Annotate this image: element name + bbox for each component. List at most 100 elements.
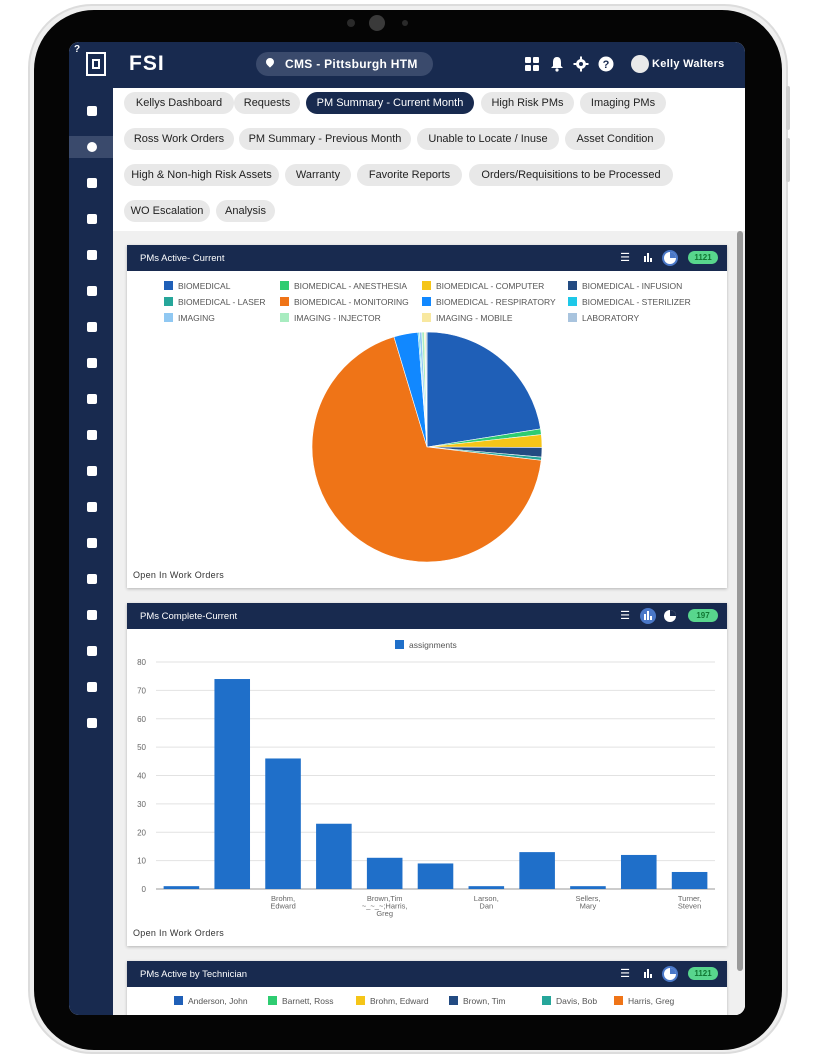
help-badge-icon[interactable]: ? bbox=[74, 44, 80, 55]
bar[interactable] bbox=[620, 854, 657, 889]
location-selector[interactable]: CMS - Pittsburgh HTM bbox=[256, 52, 433, 76]
bar[interactable] bbox=[671, 871, 708, 889]
sensor-dot bbox=[347, 19, 355, 27]
sensor-dot-2 bbox=[402, 20, 408, 26]
y-tick-label: 10 bbox=[137, 857, 146, 866]
volume-button bbox=[786, 86, 790, 130]
y-tick-label: 40 bbox=[137, 772, 146, 781]
bar[interactable] bbox=[519, 852, 555, 889]
tab-requests[interactable]: Requests bbox=[234, 92, 300, 114]
tab-warranty[interactable]: Warranty bbox=[285, 164, 351, 186]
tab-high-non-high-risk-assets[interactable]: High & Non-high Risk Assets bbox=[124, 164, 279, 186]
building-icon bbox=[87, 394, 97, 404]
legend-swatch bbox=[174, 996, 183, 1005]
bar[interactable] bbox=[468, 886, 505, 889]
legend-label: Harris, Greg bbox=[628, 996, 675, 1006]
sidebar-item-pie[interactable] bbox=[69, 136, 113, 158]
help-icon[interactable]: ? bbox=[598, 56, 614, 72]
card-header: PMs Active by Technician ☰ 1121 bbox=[127, 961, 727, 987]
svg-text:?: ? bbox=[603, 59, 610, 71]
sidebar-item-table[interactable] bbox=[69, 604, 113, 626]
avatar[interactable] bbox=[631, 55, 649, 73]
tab-high-risk-pms[interactable]: High Risk PMs bbox=[481, 92, 574, 114]
bar[interactable] bbox=[214, 679, 251, 889]
bar[interactable] bbox=[417, 863, 454, 889]
tab-orders-requisitions-to-be-processed[interactable]: Orders/Requisitions to be Processed bbox=[469, 164, 673, 186]
sidebar-item-cogs[interactable] bbox=[69, 208, 113, 230]
top-navbar: ? FSI CMS - Pittsburgh HTM ? Kelly Walte… bbox=[69, 42, 745, 88]
y-tick-label: 60 bbox=[137, 715, 146, 724]
gear-icon[interactable] bbox=[573, 56, 589, 72]
x-tick-label: Brohm, Edward bbox=[270, 894, 295, 911]
legend-item[interactable]: Brohm, Edward bbox=[356, 996, 429, 1006]
legend-item[interactable]: Davis, Bob bbox=[542, 996, 597, 1006]
bar-chart-icon[interactable] bbox=[640, 966, 656, 982]
scrollbar[interactable] bbox=[737, 231, 743, 971]
sidebar-item-calendar[interactable] bbox=[69, 280, 113, 302]
count-badge: 1121 bbox=[688, 967, 718, 980]
sidebar-item-clone[interactable] bbox=[69, 712, 113, 734]
x-tick-label: Larson, Dan bbox=[474, 894, 499, 911]
location-label: CMS - Pittsburgh HTM bbox=[285, 57, 418, 71]
y-tick-label: 0 bbox=[142, 885, 147, 894]
cogs-icon bbox=[87, 214, 97, 224]
tab-pm-summary-current-month[interactable]: PM Summary - Current Month bbox=[306, 92, 474, 114]
tab-kellys-dashboard[interactable]: Kellys Dashboard bbox=[124, 92, 234, 114]
list-view-icon[interactable]: ☰ bbox=[617, 966, 633, 982]
open-in-work-orders-link[interactable]: Open In Work Orders bbox=[133, 570, 224, 580]
tab-favorite-reports[interactable]: Favorite Reports bbox=[357, 164, 462, 186]
legend-item[interactable]: Barnett, Ross bbox=[268, 996, 334, 1006]
sidebar-item-sitemap[interactable] bbox=[69, 460, 113, 482]
sidebar-item-building[interactable] bbox=[69, 388, 113, 410]
sidebar-item-book[interactable] bbox=[69, 568, 113, 590]
tab-wo-escalation[interactable]: WO Escalation bbox=[124, 200, 210, 222]
tab-unable-to-locate-inuse[interactable]: Unable to Locate / Inuse bbox=[417, 128, 559, 150]
y-tick-label: 50 bbox=[137, 743, 146, 752]
bar[interactable] bbox=[265, 758, 301, 889]
sidebar-item-id-card[interactable] bbox=[69, 424, 113, 446]
sidebar-item-chart[interactable] bbox=[69, 100, 113, 122]
legend-item[interactable]: Brown, Tim bbox=[449, 996, 506, 1006]
sidebar-item-box[interactable] bbox=[69, 496, 113, 518]
id-card-icon bbox=[87, 430, 97, 440]
tab-imaging-pms[interactable]: Imaging PMs bbox=[580, 92, 666, 114]
open-in-work-orders-link[interactable]: Open In Work Orders bbox=[133, 928, 224, 938]
sidebar bbox=[69, 88, 113, 1015]
camera-icon bbox=[369, 15, 385, 31]
y-tick-label: 70 bbox=[137, 686, 146, 695]
table-icon bbox=[87, 610, 97, 620]
pie-slice[interactable] bbox=[426, 331, 541, 448]
sidebar-item-inbox[interactable] bbox=[69, 172, 113, 194]
grid-icon[interactable] bbox=[524, 56, 540, 72]
legend-label[interactable]: assignments bbox=[409, 640, 457, 650]
app-screen: ? FSI CMS - Pittsburgh HTM ? Kelly Walte… bbox=[69, 42, 745, 1015]
tab-asset-condition[interactable]: Asset Condition bbox=[565, 128, 665, 150]
bell-icon[interactable] bbox=[549, 56, 565, 72]
tab-pm-summary-previous-month[interactable]: PM Summary - Previous Month bbox=[239, 128, 411, 150]
sidebar-item-note[interactable] bbox=[69, 244, 113, 266]
legend-item[interactable]: Anderson, John bbox=[174, 996, 248, 1006]
bar[interactable] bbox=[316, 823, 352, 889]
sidebar-item-edit[interactable] bbox=[69, 316, 113, 338]
cart-icon bbox=[87, 538, 97, 548]
x-tick-label: Sellers, Mary bbox=[575, 894, 600, 911]
fsi-logo-icon bbox=[86, 52, 106, 76]
sitemap-icon bbox=[87, 466, 97, 476]
sidebar-item-cart[interactable] bbox=[69, 532, 113, 554]
sidebar-item-comments[interactable] bbox=[69, 676, 113, 698]
sidebar-item-copy[interactable] bbox=[69, 352, 113, 374]
sidebar-item-folder[interactable] bbox=[69, 640, 113, 662]
legend-swatch bbox=[542, 996, 551, 1005]
user-name[interactable]: Kelly Walters bbox=[652, 58, 725, 70]
bar[interactable] bbox=[163, 886, 200, 889]
legend-item[interactable]: Harris, Greg bbox=[614, 996, 674, 1006]
chart-icon bbox=[87, 106, 97, 116]
note-icon bbox=[87, 250, 97, 260]
legend-swatch bbox=[395, 640, 404, 649]
legend-label: Brown, Tim bbox=[463, 996, 506, 1006]
pie-chart-icon[interactable] bbox=[662, 966, 678, 982]
tab-ross-work-orders[interactable]: Ross Work Orders bbox=[124, 128, 234, 150]
tab-analysis[interactable]: Analysis bbox=[216, 200, 275, 222]
bar[interactable] bbox=[366, 857, 403, 889]
bar[interactable] bbox=[570, 886, 606, 889]
